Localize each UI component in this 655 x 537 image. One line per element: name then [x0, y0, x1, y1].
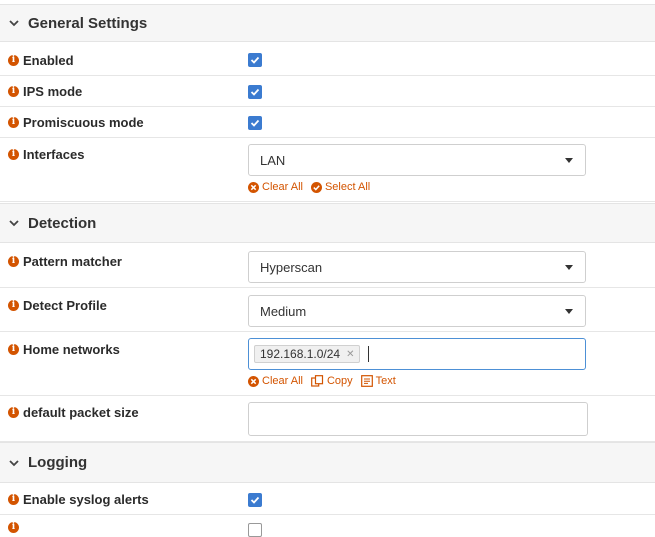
text-link[interactable]: Text: [360, 375, 396, 387]
info-icon[interactable]: i: [8, 86, 19, 97]
row-partial-next: i: [0, 516, 655, 537]
label-detect-profile: i Detect Profile: [8, 298, 107, 313]
label-pattern-matcher: i Pattern matcher: [8, 254, 122, 269]
section-title: Logging: [28, 454, 88, 471]
label-interfaces: i Interfaces: [8, 147, 84, 162]
copy-icon: [311, 375, 324, 387]
label-partial-next: i: [8, 522, 23, 533]
row-enable-syslog-alerts: i Enable syslog alerts: [0, 484, 655, 515]
home-networks-input[interactable]: 192.168.1.0/24 ✕: [248, 338, 586, 370]
info-icon[interactable]: i: [8, 149, 19, 160]
enabled-checkbox[interactable]: [248, 53, 262, 67]
row-ips-mode: i IPS mode: [0, 76, 655, 107]
row-enabled: i Enabled: [0, 44, 655, 76]
info-icon[interactable]: i: [8, 522, 19, 533]
info-icon[interactable]: i: [8, 117, 19, 128]
interfaces-select[interactable]: LAN: [248, 144, 586, 176]
clear-all-link[interactable]: Clear All: [248, 375, 303, 387]
interfaces-actions: Clear All Select All: [248, 181, 378, 193]
clear-all-link[interactable]: Clear All: [248, 181, 303, 193]
checkmark-icon: [250, 119, 260, 127]
caret-down-icon: [565, 265, 573, 270]
text-file-icon: [360, 375, 373, 387]
checkmark-icon: [250, 56, 260, 64]
row-default-packet-size: i default packet size: [0, 396, 655, 442]
pattern-matcher-select[interactable]: Hyperscan: [248, 251, 586, 283]
caret-down-icon: [565, 158, 573, 163]
clear-circle-icon: [248, 375, 259, 387]
chevron-down-icon: [9, 20, 19, 27]
section-logging[interactable]: Logging: [0, 442, 655, 483]
label-promiscuous-mode: i Promiscuous mode: [8, 115, 144, 130]
network-tag[interactable]: 192.168.1.0/24 ✕: [254, 345, 361, 363]
chevron-down-icon: [9, 459, 19, 466]
info-icon[interactable]: i: [8, 55, 19, 66]
promiscuous-mode-checkbox[interactable]: [248, 116, 262, 130]
checkmark-icon: [250, 496, 260, 504]
section-general-settings[interactable]: General Settings: [0, 4, 655, 42]
clear-circle-icon: [248, 181, 259, 193]
row-detect-profile: i Detect Profile Medium: [0, 288, 655, 332]
detect-profile-select[interactable]: Medium: [248, 295, 586, 327]
select-all-link[interactable]: Select All: [310, 181, 370, 193]
copy-link[interactable]: Copy: [311, 375, 353, 387]
remove-tag-icon[interactable]: ✕: [346, 349, 354, 360]
info-icon[interactable]: i: [8, 300, 19, 311]
label-default-packet-size: i default packet size: [8, 405, 139, 420]
row-interfaces: i Interfaces LAN Clear All Select All: [0, 138, 655, 202]
chevron-down-icon: [9, 220, 19, 227]
checkmark-icon: [250, 88, 260, 96]
partial-next-checkbox[interactable]: [248, 523, 262, 537]
default-packet-size-input[interactable]: [248, 402, 588, 436]
ips-mode-checkbox[interactable]: [248, 85, 262, 99]
info-icon[interactable]: i: [8, 407, 19, 418]
label-ips-mode: i IPS mode: [8, 84, 82, 99]
check-circle-icon: [310, 181, 322, 193]
row-promiscuous-mode: i Promiscuous mode: [0, 107, 655, 138]
section-title: General Settings: [28, 14, 148, 32]
section-title: Detection: [28, 214, 97, 232]
enable-syslog-alerts-checkbox[interactable]: [248, 493, 262, 507]
label-enabled: i Enabled: [8, 53, 74, 68]
info-icon[interactable]: i: [8, 256, 19, 267]
label-enable-syslog-alerts: i Enable syslog alerts: [8, 492, 149, 507]
row-home-networks: i Home networks 192.168.1.0/24 ✕ Clear A…: [0, 332, 655, 396]
row-pattern-matcher: i Pattern matcher Hyperscan: [0, 244, 655, 288]
caret-down-icon: [565, 309, 573, 314]
label-home-networks: i Home networks: [8, 342, 120, 357]
section-detection[interactable]: Detection: [0, 203, 655, 243]
info-icon[interactable]: i: [8, 344, 19, 355]
info-icon[interactable]: i: [8, 494, 19, 505]
text-cursor: [368, 346, 370, 362]
home-networks-actions: Clear All Copy Text: [248, 375, 404, 387]
